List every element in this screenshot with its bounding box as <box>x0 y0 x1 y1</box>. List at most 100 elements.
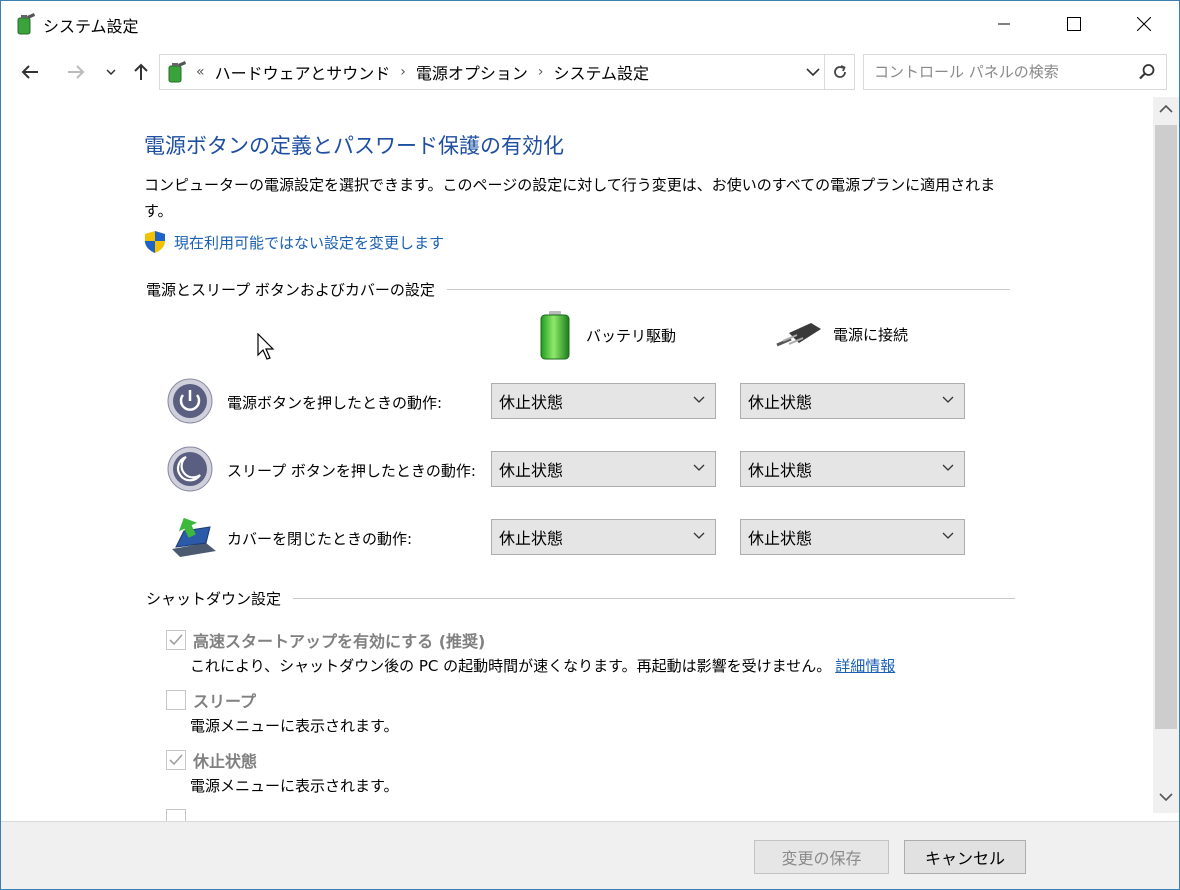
back-button[interactable] <box>15 57 45 87</box>
select-value: 休止状態 <box>499 461 564 480</box>
select-value: 休止状態 <box>748 529 813 548</box>
chevron-down-icon <box>693 464 705 471</box>
plugged-column-label: 電源に接続 <box>833 325 909 344</box>
forward-arrow-icon <box>68 65 85 79</box>
forward-button[interactable] <box>61 57 91 87</box>
power-options-icon <box>168 61 186 83</box>
battery-column-label: バッテリ駆動 <box>586 326 677 345</box>
section-divider <box>446 289 1010 290</box>
sleep-checkbox[interactable] <box>166 690 186 710</box>
breadcrumb-power-options[interactable]: 電源オプション <box>416 60 528 84</box>
recent-locations-button[interactable] <box>96 57 126 87</box>
sleep-button-plugged-select[interactable]: 休止状態 <box>740 451 965 487</box>
power-options-icon <box>17 13 35 35</box>
navigation-bar: « ハードウェアとサウンド › 電源オプション › システム設定 <box>1 47 1179 97</box>
close-button[interactable] <box>1121 1 1167 47</box>
breadcrumb-separator-icon[interactable]: › <box>538 64 544 80</box>
scroll-up-icon[interactable] <box>1158 103 1174 115</box>
address-dropdown-icon[interactable] <box>806 63 820 81</box>
mouse-pointer-icon <box>257 333 275 360</box>
select-value: 休止状態 <box>499 393 564 412</box>
lock-checkbox[interactable] <box>166 809 186 821</box>
footer-bar: 変更の保存 キャンセル <box>1 821 1179 889</box>
power-button-icon <box>167 378 213 424</box>
fast-startup-checkbox[interactable] <box>166 630 186 650</box>
scroll-down-icon[interactable] <box>1158 791 1174 803</box>
chevron-down-icon <box>942 464 954 471</box>
lid-close-battery-select[interactable]: 休止状態 <box>491 519 716 555</box>
section-shutdown-settings: シャットダウン設定 <box>146 588 1016 609</box>
page-description: コンピューターの電源設定を選択できます。このページの設定に対して行う変更は、お使… <box>144 176 996 220</box>
chevron-down-icon <box>106 69 116 75</box>
search-icon[interactable] <box>1138 63 1156 81</box>
section-title: シャットダウン設定 <box>146 590 282 608</box>
battery-icon <box>540 311 570 360</box>
change-unavailable-settings-link[interactable]: 現在利用可能ではない設定を変更します <box>144 230 444 254</box>
maximize-button[interactable] <box>1051 1 1097 47</box>
window-title: システム設定 <box>43 17 139 36</box>
sleep-button-icon <box>167 446 213 492</box>
cancel-button[interactable]: キャンセル <box>904 840 1026 874</box>
fast-startup-checkbox-row[interactable]: 高速スタートアップを有効にする (推奨) <box>166 628 485 652</box>
lid-close-action-label: カバーを閉じたときの動作: <box>227 530 413 548</box>
chevron-down-icon <box>942 532 954 539</box>
select-value: 休止状態 <box>499 529 564 548</box>
fast-startup-desc-text: これにより、シャットダウン後の PC の起動時間が速くなります。再起動は影響を受… <box>190 657 832 675</box>
search-box[interactable] <box>863 54 1167 90</box>
sleep-button-battery-select[interactable]: 休止状態 <box>491 451 716 487</box>
chevron-down-icon <box>693 532 705 539</box>
refresh-button[interactable] <box>825 54 855 90</box>
sleep-checkbox-row[interactable]: スリープ <box>166 688 256 712</box>
refresh-icon <box>833 65 846 78</box>
change-link-label[interactable]: 現在利用可能ではない設定を変更します <box>174 232 444 253</box>
breadcrumb-overflow[interactable]: « <box>196 64 205 80</box>
power-button-battery-select[interactable]: 休止状態 <box>491 383 716 419</box>
fast-startup-label: 高速スタートアップを有効にする (推奨) <box>193 632 486 651</box>
sleep-button-action-label: スリープ ボタンを押したときの動作: <box>227 462 476 480</box>
vertical-scrollbar[interactable] <box>1153 97 1179 813</box>
hibernate-description: 電源メニューに表示されます。 <box>190 777 399 795</box>
scrollbar-thumb[interactable] <box>1155 125 1177 729</box>
breadcrumb-system-settings[interactable]: システム設定 <box>554 60 650 84</box>
page-title: 電源ボタンの定義とパスワード保護の有効化 <box>144 134 564 158</box>
battery-column-header: バッテリ駆動 <box>538 309 676 361</box>
sleep-description: 電源メニューに表示されます。 <box>190 717 399 735</box>
search-input[interactable] <box>864 63 1124 81</box>
breadcrumb-separator-icon[interactable]: › <box>400 64 406 80</box>
minimize-icon <box>998 23 1010 25</box>
content-area: 電源ボタンの定義とパスワード保護の有効化 コンピューターの電源設定を選択できます… <box>1 97 1153 821</box>
chevron-down-icon <box>942 396 954 403</box>
minimize-button[interactable] <box>981 1 1027 47</box>
power-button-plugged-select[interactable]: 休止状態 <box>740 383 965 419</box>
title-bar: システム設定 <box>1 1 1179 47</box>
power-plug-icon <box>776 323 821 347</box>
chevron-down-icon <box>693 396 705 403</box>
more-info-link[interactable]: 詳細情報 <box>835 657 895 675</box>
power-button-action-label: 電源ボタンを押したときの動作: <box>227 394 443 412</box>
sleep-label: スリープ <box>193 692 257 711</box>
close-icon <box>1137 17 1151 31</box>
uac-shield-icon <box>145 231 165 253</box>
plugged-column-header: 電源に接続 <box>775 319 908 349</box>
lock-checkbox-row-partial[interactable] <box>166 809 186 821</box>
checkmark-icon <box>169 754 183 766</box>
back-arrow-icon <box>21 65 38 79</box>
save-changes-button[interactable]: 変更の保存 <box>754 840 889 874</box>
breadcrumb-hardware-sound[interactable]: ハードウェアとサウンド <box>215 60 391 84</box>
select-value: 休止状態 <box>748 393 813 412</box>
hibernate-label: 休止状態 <box>193 752 258 771</box>
section-title: 電源とスリープ ボタンおよびカバーの設定 <box>146 281 435 299</box>
maximize-icon <box>1067 17 1081 31</box>
lid-close-plugged-select[interactable]: 休止状態 <box>740 519 965 555</box>
lid-close-icon <box>172 517 216 557</box>
system-settings-window: システム設定 « ハードウェアとサウンド › 電源オプション › システム設定 … <box>0 0 1180 890</box>
hibernate-checkbox-row[interactable]: 休止状態 <box>166 748 257 772</box>
section-power-sleep-buttons: 電源とスリープ ボタンおよびカバーの設定 <box>146 279 1010 300</box>
up-arrow-icon <box>134 63 148 80</box>
up-button[interactable] <box>126 57 156 87</box>
select-value: 休止状態 <box>748 461 813 480</box>
address-bar[interactable]: « ハードウェアとサウンド › 電源オプション › システム設定 <box>159 54 825 90</box>
hibernate-checkbox[interactable] <box>166 750 186 770</box>
checkmark-icon <box>169 634 183 646</box>
section-divider <box>293 598 1016 599</box>
